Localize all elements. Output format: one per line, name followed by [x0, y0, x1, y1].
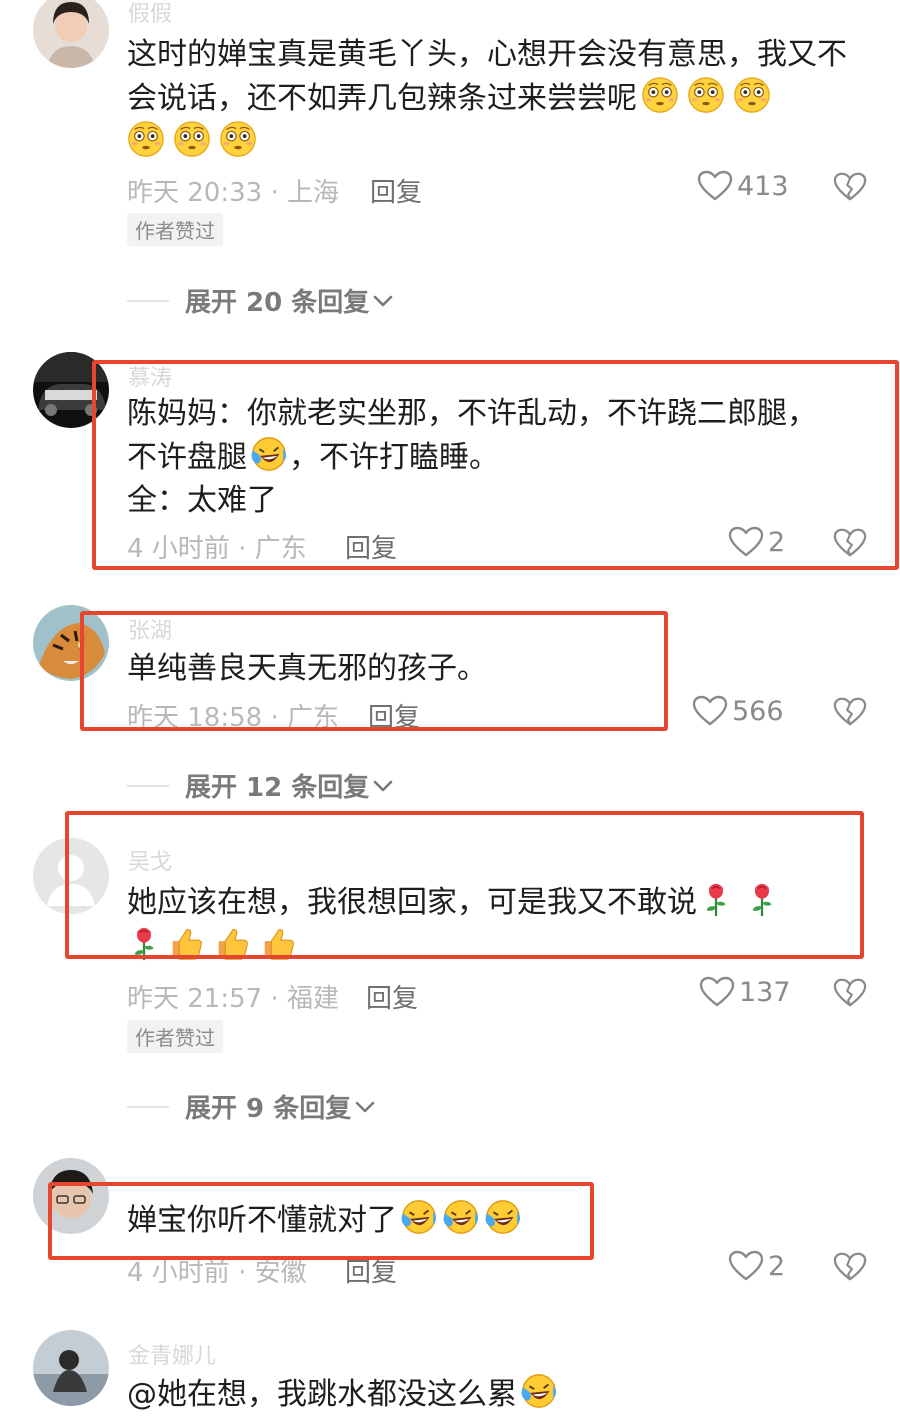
broken-heart-icon[interactable] [833, 977, 867, 1009]
chevron-down-icon [355, 1100, 375, 1114]
username[interactable]: 金青娜儿 [128, 1338, 216, 1370]
expand-replies-label: 展开 9 条回复 [185, 1094, 352, 1124]
flushed-emoji [173, 120, 211, 158]
like-button[interactable]: 2 [728, 526, 785, 558]
username[interactable]: 慕涛 [128, 360, 172, 392]
comment-text: 婵宝你听不懂就对了 [127, 1198, 867, 1242]
rose-emoji [129, 924, 159, 962]
heart-icon [728, 526, 764, 558]
flushed-emoji [733, 76, 771, 114]
comment-text-line: 陈妈妈：你就老实坐那，不许乱动，不许跷二郎腿， [127, 396, 817, 431]
laughing-crying-emoji [519, 1372, 557, 1410]
divider [127, 299, 169, 302]
comment-text: @她在想，我跳水都没这么累 [127, 1372, 867, 1416]
comment-4: 吴戈 她应该在想，我很想回家，可是我又不敢说 昨天 21:57 · 福建 回复 … [0, 838, 900, 1128]
avatar-photo [33, 0, 109, 68]
rose-emoji [701, 880, 731, 918]
flushed-emoji [641, 76, 679, 114]
like-count: 566 [732, 695, 784, 727]
expand-replies-button[interactable]: 展开 12 条回复 [127, 767, 393, 804]
avatar-photo [33, 605, 109, 681]
reply-button[interactable]: 回复 [345, 1252, 397, 1289]
avatar-photo [33, 352, 109, 428]
like-count: 2 [768, 526, 786, 558]
comment-text-line: ，不许打瞌睡。 [289, 440, 499, 475]
like-button[interactable]: 2 [728, 1250, 785, 1282]
thumbs-up-emoji [213, 924, 251, 962]
avatar[interactable] [33, 1158, 109, 1234]
username[interactable]: 张湖 [128, 613, 172, 645]
expand-replies-button[interactable]: 展开 20 条回复 [127, 282, 393, 319]
avatar[interactable] [33, 352, 109, 428]
reply-button[interactable]: 回复 [345, 528, 397, 565]
expand-replies-button[interactable]: 展开 9 条回复 [127, 1088, 375, 1125]
heart-icon [699, 976, 735, 1008]
comment-meta: 4 小时前 · 安徽 [127, 1258, 307, 1288]
comment-text: 陈妈妈：你就老实坐那，不许乱动，不许跷二郎腿， 不许盘腿 ，不许打瞌睡。 全：太难… [127, 392, 867, 522]
author-liked-badge: 作者赞过 [127, 1020, 223, 1053]
comment-text-line: 全：太难了 [127, 483, 277, 518]
comment-text-content: @她在想，我跳水都没这么累 [127, 1377, 517, 1412]
rose-emoji [747, 880, 777, 918]
laughing-crying-emoji [399, 1198, 437, 1236]
comment-text-content: 她应该在想，我很想回家，可是我又不敢说 [127, 885, 697, 920]
comment-meta: 昨天 18:58 · 广东 [127, 703, 339, 733]
comment-text: 单纯善良天真无邪的孩子。 [127, 651, 487, 686]
chevron-down-icon [373, 294, 393, 308]
reply-button[interactable]: 回复 [368, 697, 420, 734]
broken-heart-icon[interactable] [833, 1251, 867, 1283]
comment-3: 张湖 单纯善良天真无邪的孩子。 昨天 18:58 · 广东 回复 566 展开 … [0, 605, 900, 805]
broken-heart-icon[interactable] [833, 171, 867, 203]
like-button[interactable]: 413 [697, 170, 789, 202]
avatar[interactable] [33, 0, 109, 68]
laughing-crying-emoji [483, 1198, 521, 1236]
expand-replies-label: 展开 20 条回复 [185, 288, 370, 318]
expand-replies-label: 展开 12 条回复 [185, 773, 370, 803]
comment-text: 她应该在想，我很想回家，可是我又不敢说 [127, 880, 867, 968]
like-count: 2 [768, 1250, 786, 1282]
avatar[interactable] [33, 605, 109, 681]
avatar-photo [33, 1330, 109, 1406]
broken-heart-icon[interactable] [833, 696, 867, 728]
comment-meta: 昨天 21:57 · 福建 [127, 984, 339, 1014]
comment-text: 这时的婵宝真是黄毛丫头，心想开会没有意思，我又不会说话，还不如弄几包辣条过来尝尝… [127, 33, 867, 164]
like-count: 137 [739, 976, 791, 1008]
flushed-emoji [687, 76, 725, 114]
reply-button[interactable]: 回复 [370, 172, 422, 209]
broken-heart-icon[interactable] [833, 527, 867, 559]
author-liked-badge: 作者赞过 [127, 213, 223, 246]
heart-icon [697, 170, 733, 202]
divider [127, 784, 169, 787]
reply-button[interactable]: 回复 [366, 978, 418, 1015]
comment-meta: 4 小时前 · 广东 [127, 534, 307, 564]
comment-1: 假假 这时的婵宝真是黄毛丫头，心想开会没有意思，我又不会说话，还不如弄几包辣条过… [0, 0, 900, 330]
comment-2: 慕涛 陈妈妈：你就老实坐那，不许乱动，不许跷二郎腿， 不许盘腿 ，不许打瞌睡。 全… [0, 352, 900, 582]
username[interactable]: 吴戈 [128, 844, 172, 876]
heart-icon [728, 1250, 764, 1282]
chevron-down-icon [373, 779, 393, 793]
flushed-emoji [127, 120, 165, 158]
heart-icon [692, 695, 728, 727]
avatar[interactable] [33, 838, 109, 914]
thumbs-up-emoji [259, 924, 297, 962]
thumbs-up-emoji [167, 924, 205, 962]
divider [127, 1105, 169, 1108]
comment-6: 金青娜儿 @她在想，我跳水都没这么累 [0, 1330, 900, 1424]
comment-meta: 昨天 20:33 · 上海 [127, 178, 339, 208]
like-count: 413 [737, 170, 789, 202]
flushed-emoji [219, 120, 257, 158]
like-button[interactable]: 137 [699, 976, 791, 1008]
laughing-crying-emoji [249, 435, 287, 473]
comment-5: 婵宝你听不懂就对了 4 小时前 · 安徽 回复 2 [0, 1158, 900, 1298]
comment-text-line: 不许盘腿 [127, 440, 247, 475]
laughing-crying-emoji [441, 1198, 479, 1236]
like-button[interactable]: 566 [692, 695, 784, 727]
avatar-photo [33, 1158, 109, 1234]
username[interactable]: 假假 [128, 0, 172, 28]
default-avatar-icon [33, 838, 109, 914]
avatar[interactable] [33, 1330, 109, 1406]
comment-text-content: 婵宝你听不懂就对了 [127, 1203, 397, 1238]
